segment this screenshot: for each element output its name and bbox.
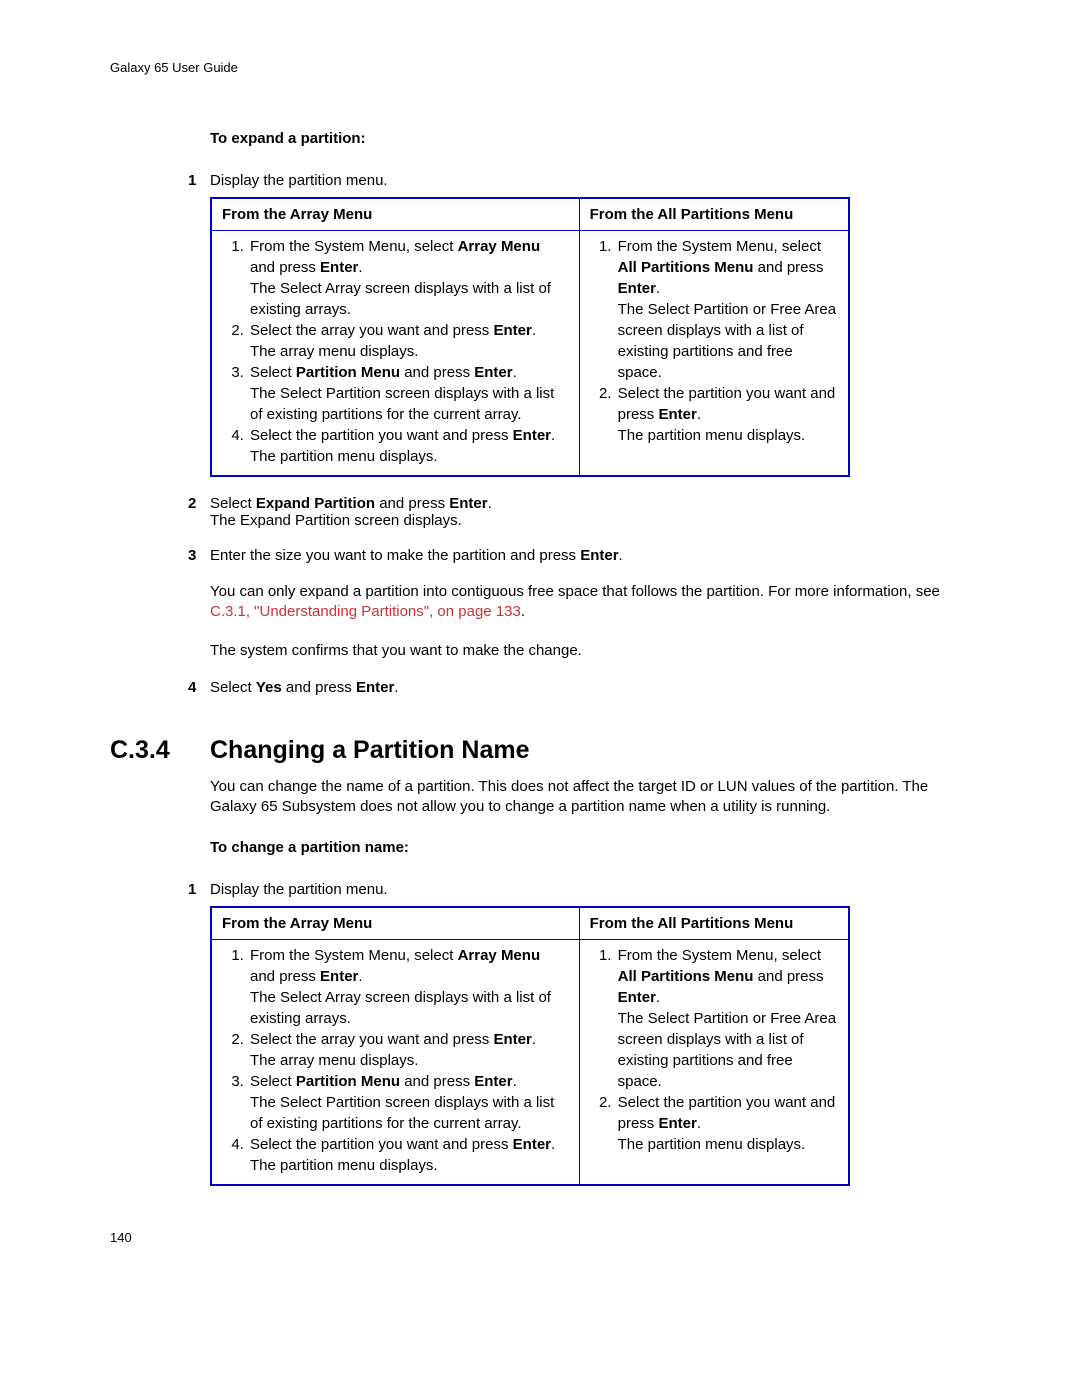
section-intro: You can change the name of a partition. … [210, 777, 970, 818]
step-number: 4 [188, 679, 196, 696]
cross-reference-link[interactable]: C.3.1, "Understanding Partitions", on pa… [210, 603, 521, 620]
step-3: 3 Enter the size you want to make the pa… [210, 547, 970, 661]
running-header: Galaxy 65 User Guide [110, 60, 970, 75]
step-1b: 1 Display the partition menu. From the A… [210, 881, 970, 1186]
table-header-cell: From the Array Menu [211, 907, 579, 940]
table-header-cell: From the Array Menu [211, 198, 579, 231]
step-1: 1 Display the partition menu. From the A… [210, 172, 970, 477]
step-text: Display the partition menu. [210, 881, 388, 898]
table-cell: From the System Menu, select All Partiti… [579, 940, 849, 1186]
step-number: 3 [188, 547, 196, 564]
step-4: 4 Select Yes and press Enter. [210, 679, 970, 696]
menu-table: From the Array Menu From the All Partiti… [210, 197, 850, 477]
section-title: Changing a Partition Name [210, 736, 529, 765]
table-cell: From the System Menu, select All Partiti… [579, 231, 849, 477]
table-header-cell: From the All Partitions Menu [579, 198, 849, 231]
procedure-title: To expand a partition: [210, 130, 970, 147]
section-number: C.3.4 [110, 736, 210, 765]
menu-table: From the Array Menu From the All Partiti… [210, 906, 850, 1186]
procedure-title: To change a partition name: [210, 839, 970, 856]
content-area: To expand a partition: 1 Display the par… [210, 130, 970, 1186]
table-cell: From the System Menu, select Array Menu … [211, 940, 579, 1186]
page: Galaxy 65 User Guide To expand a partiti… [0, 0, 1080, 1290]
step-text: Display the partition menu. [210, 172, 388, 189]
section-heading: C.3.4 Changing a Partition Name [210, 736, 970, 765]
table-header-cell: From the All Partitions Menu [579, 907, 849, 940]
step-number: 1 [188, 881, 196, 898]
step-number: 2 [188, 495, 196, 512]
table-cell: From the System Menu, select Array Menu … [211, 231, 579, 477]
page-number: 140 [110, 1230, 132, 1245]
step-2: 2 Select Expand Partition and press Ente… [210, 495, 970, 529]
step-number: 1 [188, 172, 196, 189]
